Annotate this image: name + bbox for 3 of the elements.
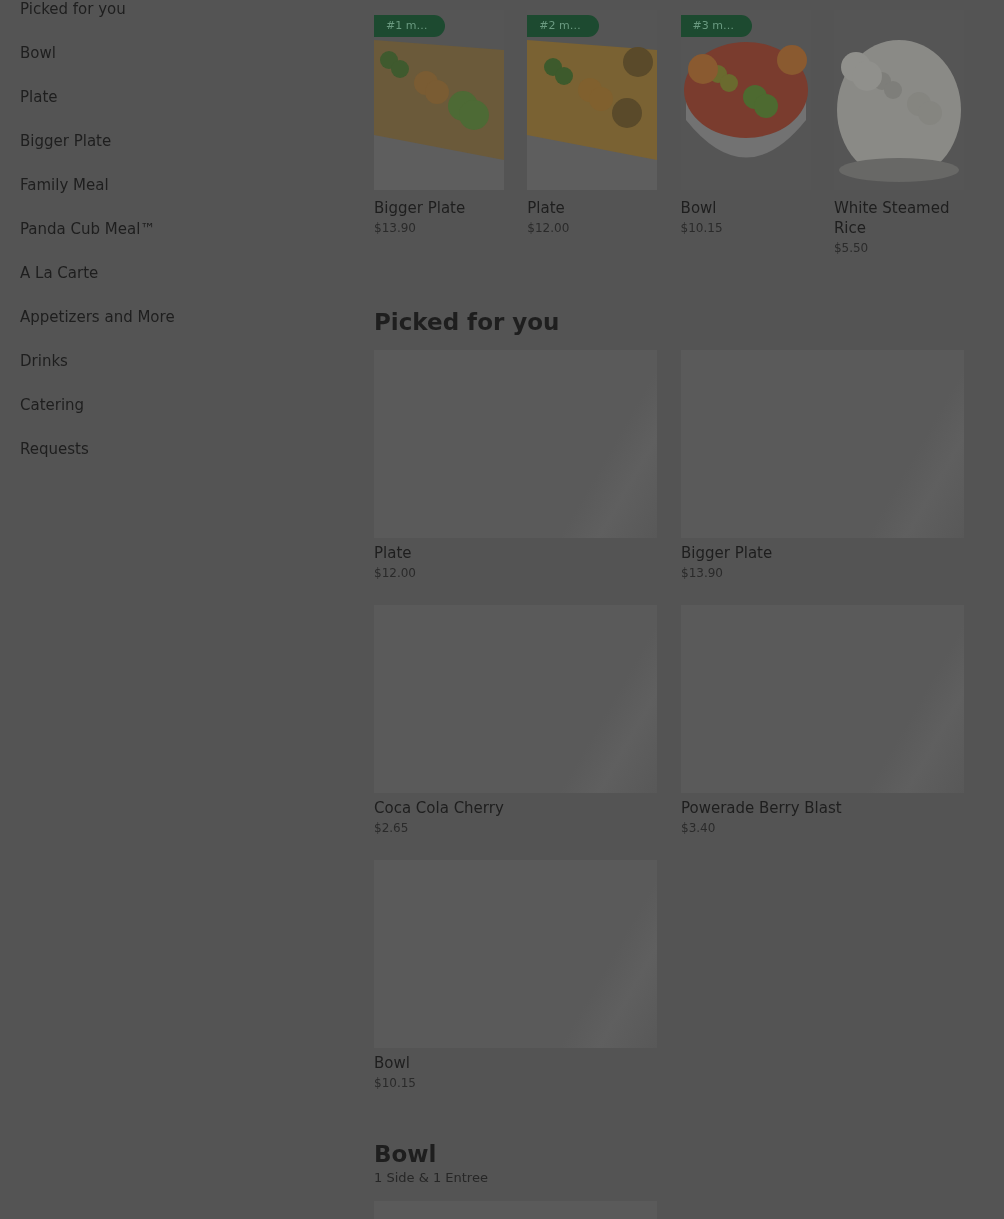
rank-badge: #1 m… <box>374 15 446 37</box>
rank-badge: #3 m… <box>680 15 753 37</box>
rank-badge: #2 m… <box>527 15 599 37</box>
